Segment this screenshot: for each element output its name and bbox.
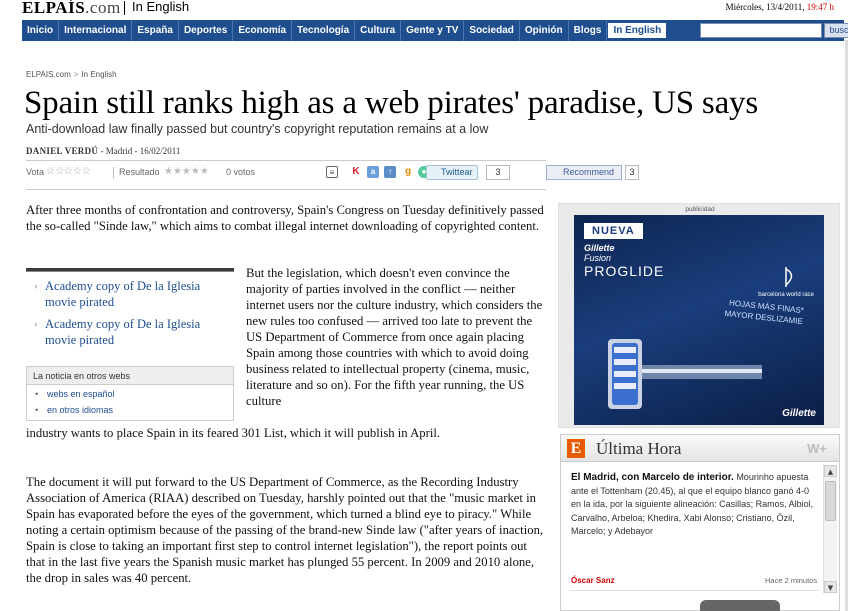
article-paragraph-continued: industry wants to place Spain in its fea… bbox=[26, 426, 441, 440]
nav-item-blogs[interactable]: Blogs bbox=[569, 20, 608, 41]
ad-hojas: HOJAS MÁS FINAS* MAYOR DESLIZAMIE bbox=[725, 297, 805, 327]
breadcrumb: ELPAIS.com > In English bbox=[26, 70, 117, 79]
divider bbox=[569, 590, 819, 591]
scroll-thumb[interactable] bbox=[825, 481, 836, 521]
bookmark-icon[interactable]: a bbox=[367, 166, 379, 178]
fb-recommend-button[interactable]: Recommend bbox=[546, 165, 622, 180]
related-link[interactable]: Academy copy of De la Iglesia movie pira… bbox=[26, 316, 234, 348]
gillette-ad[interactable]: NUEVA Gillette Fusion PROGLIDE barcelona… bbox=[574, 215, 824, 425]
vota-label: Vota bbox=[26, 167, 45, 177]
author[interactable]: DANIEL VERDÚ bbox=[26, 146, 98, 156]
meneame-icon[interactable]: K bbox=[350, 166, 362, 178]
scroll-up-icon[interactable]: ▲ bbox=[824, 465, 837, 477]
date: Miércoles, 13/4/2011, bbox=[725, 2, 805, 12]
nav-item-tecnología[interactable]: Tecnología bbox=[292, 20, 356, 41]
bottom-tab bbox=[700, 600, 780, 611]
scroll-down-icon[interactable]: ▼ bbox=[824, 581, 837, 593]
ad-brand: Gillette bbox=[584, 243, 615, 253]
elpais-e-icon: E bbox=[567, 439, 585, 458]
ultima-hora-timestamp: Hace 2 minutos bbox=[765, 576, 818, 585]
separator bbox=[113, 167, 114, 178]
subheadline: Anti-download law finally passed but cou… bbox=[26, 122, 489, 136]
place-date: - Madrid - 16/02/2011 bbox=[98, 146, 181, 156]
nav-item-sociedad[interactable]: Sociedad bbox=[464, 20, 520, 41]
ultima-hora-widget: E Última Hora W+ El Madrid, con Marcelo … bbox=[560, 434, 840, 611]
ultima-hora-headline[interactable]: El Madrid, con Marcelo de interior. bbox=[571, 472, 734, 483]
byline: DANIEL VERDÚ - Madrid - 16/02/2011 bbox=[26, 146, 180, 156]
nav-item-españa[interactable]: España bbox=[132, 20, 179, 41]
google-buzz-icon[interactable]: g bbox=[402, 166, 414, 178]
result-stars: ★★★★★ bbox=[164, 166, 209, 177]
logo-suffix: .com bbox=[85, 0, 121, 17]
section-title[interactable]: In English bbox=[123, 0, 189, 15]
razor-image bbox=[608, 339, 762, 409]
ultima-hora-title: Última Hora bbox=[596, 439, 682, 458]
article-paragraph: But the legislation, which doesn't even … bbox=[246, 266, 543, 408]
breadcrumb-home[interactable]: ELPAIS.com bbox=[26, 70, 71, 79]
ad-container: publicidad NUEVA Gillette Fusion PROGLID… bbox=[558, 203, 840, 428]
article-paragraph: The document it will put forward to the … bbox=[26, 475, 544, 585]
otros-webs-link[interactable]: webs en español bbox=[27, 387, 233, 401]
article-paragraph: After three months of confrontation and … bbox=[26, 203, 544, 233]
nav-item-deportes[interactable]: Deportes bbox=[179, 20, 234, 41]
ultima-hora-author[interactable]: Óscar Sanz bbox=[571, 576, 615, 585]
nav-item-opinión[interactable]: Opinión bbox=[520, 20, 569, 41]
tweet-button[interactable]: Twittear bbox=[426, 165, 478, 180]
search-input[interactable] bbox=[700, 23, 822, 38]
resultado-label: Resultado bbox=[119, 167, 160, 177]
main-nav: Inicio Internacional España Deportes Economí… bbox=[22, 20, 848, 41]
ad-nueva: NUEVA bbox=[584, 223, 643, 239]
time: 19:47 h bbox=[806, 2, 834, 12]
date-time: Miércoles, 13/4/2011, 19:47 h bbox=[726, 2, 834, 12]
nav-item-economía[interactable]: Economía bbox=[233, 20, 293, 41]
votes-count: 0 votos bbox=[226, 167, 256, 177]
sail-icon bbox=[785, 267, 793, 287]
search-button[interactable]: buscar bbox=[824, 23, 848, 38]
fb-count: 3 bbox=[625, 165, 639, 180]
nav-item-inicio[interactable]: Inicio bbox=[22, 20, 60, 41]
eskup-icon[interactable]: W+ bbox=[807, 441, 827, 456]
otros-webs-box: La noticia en otros webs webs en español… bbox=[26, 366, 234, 421]
otros-webs-title: La noticia en otros webs bbox=[27, 367, 233, 385]
otros-webs-link[interactable]: en otros idiomas bbox=[27, 403, 233, 417]
top-header: ELPAÍS.com In English Miércoles, 13/4/20… bbox=[0, 0, 848, 20]
nav-item-in-english[interactable]: In English bbox=[607, 22, 668, 39]
ultima-hora-header: E Última Hora W+ bbox=[561, 435, 839, 462]
logo-main: ELPAÍS bbox=[22, 0, 86, 17]
vote-stars[interactable]: ☆☆☆☆☆ bbox=[46, 166, 91, 177]
nav-item-internacional[interactable]: Internacional bbox=[59, 20, 133, 41]
ad-proglide: PROGLIDE bbox=[584, 263, 665, 279]
ultima-hora-scrollbar[interactable]: ▲ ▼ bbox=[823, 465, 837, 593]
ad-label: publicidad bbox=[685, 206, 715, 213]
ad-race-text: barcelona world race bbox=[758, 292, 814, 298]
elpais-logo[interactable]: ELPAÍS.com bbox=[22, 0, 121, 18]
tweet-count: 3 bbox=[486, 165, 510, 180]
related-link[interactable]: Academy copy of De la Iglesia movie pira… bbox=[26, 278, 234, 310]
divider bbox=[26, 160, 546, 161]
related-top-border bbox=[26, 268, 234, 272]
nav-item-cultura[interactable]: Cultura bbox=[355, 20, 402, 41]
breadcrumb-separator: > bbox=[73, 70, 79, 79]
nav-item-gente-y-tv[interactable]: Gente y TV bbox=[401, 20, 465, 41]
ad-gillette-logo: Gillette bbox=[782, 408, 816, 419]
divider bbox=[26, 189, 546, 190]
tools-row: Vota ☆☆☆☆☆ Resultado ★★★★★ 0 votos ≡ K a… bbox=[26, 165, 646, 183]
email-icon[interactable]: ≡ bbox=[326, 166, 338, 178]
nav-items: Inicio Internacional España Deportes Economí… bbox=[22, 20, 668, 41]
ultima-hora-entry: El Madrid, con Marcelo de interior. Mour… bbox=[571, 471, 819, 539]
ad-race-logo: barcelona world race bbox=[758, 265, 814, 299]
ad-fusion: Fusion bbox=[584, 253, 612, 263]
headline: Spain still ranks high as a web pirates'… bbox=[24, 85, 758, 121]
related-links: Academy copy of De la Iglesia movie pira… bbox=[26, 268, 234, 348]
breadcrumb-current[interactable]: In English bbox=[81, 70, 116, 79]
